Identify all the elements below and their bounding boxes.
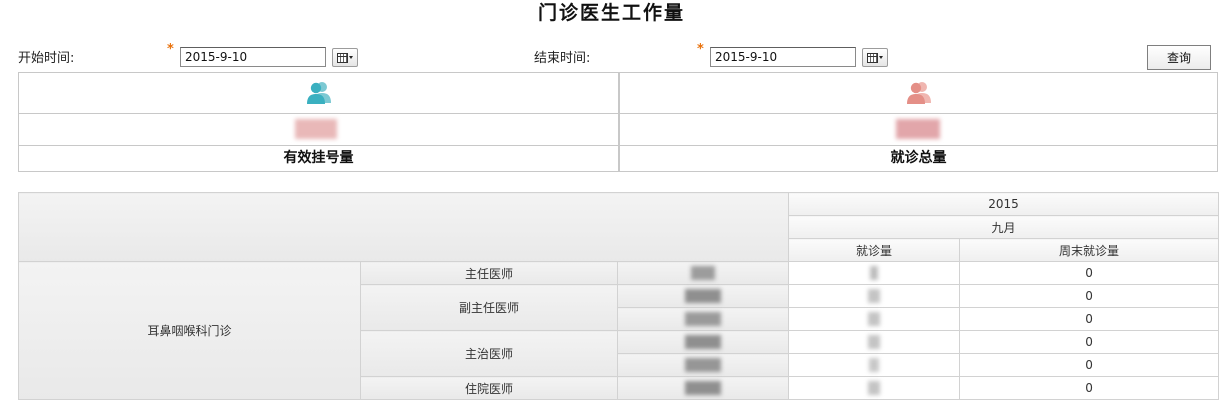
workload-table: 2015 九月 就诊量 周末就诊量 耳鼻咽喉科门诊 主任医师 0 副主任医师 0… [17,192,1220,400]
visits-value-masked [788,353,961,377]
users-icon [306,82,331,104]
visits-value-masked [788,330,961,354]
table-header-row: 2015 [17,192,1220,262]
department-cell: 耳鼻咽喉科门诊 [18,261,361,400]
visits-label: 就诊总量 [890,150,947,166]
weekend-visits-cell: 0 [959,284,1220,308]
visits-summary-card: 就诊总量 [619,72,1218,172]
visits-column-header: 就诊量 [788,238,961,262]
title-cell: 主任医师 [360,261,618,285]
month-header: 九月 [788,215,1220,239]
weekend-visits-cell: 0 [959,376,1220,400]
registrations-label: 有效挂号量 [283,150,354,166]
doctor-name-masked [616,353,790,377]
weekend-visits-cell: 0 [959,353,1220,377]
weekend-visits-cell: 0 [959,261,1220,285]
title-cell: 副主任医师 [360,284,618,331]
visits-value-masked [788,261,961,285]
title-cell: 住院医师 [360,376,618,400]
table-corner-cell [17,192,790,262]
caret-down-icon [349,56,353,59]
start-calendar-button[interactable] [332,48,358,67]
visits-value-masked [788,307,961,331]
year-header: 2015 [788,192,1220,216]
doctor-name-masked [616,376,790,400]
calendar-icon [337,52,348,63]
doctor-name-masked [616,284,790,308]
title-cell: 主治医师 [360,330,618,377]
visits-value-masked [896,119,940,139]
table-row: 耳鼻咽喉科门诊 主任医师 0 [18,261,1220,400]
end-required-mark: * [697,42,704,57]
registrations-value-masked [295,119,337,139]
end-time-label: 结束时间: [534,51,591,66]
start-time-label: 开始时间: [18,51,75,66]
doctor-name-masked [616,307,790,331]
end-calendar-button[interactable] [862,48,888,67]
users-icon [906,82,931,104]
start-date-input[interactable] [180,47,326,67]
doctor-name-masked [616,330,790,354]
page-title: 门诊医生工作量 [537,2,685,24]
query-button[interactable]: 查询 [1147,45,1211,70]
registrations-summary-card: 有效挂号量 [18,72,619,172]
end-date-input[interactable] [710,47,856,67]
calendar-icon [867,52,878,63]
visits-value-masked [788,284,961,308]
doctor-name-masked [616,261,790,285]
weekend-visits-column-header: 周末就诊量 [959,238,1220,262]
visits-value-masked [788,376,961,400]
weekend-visits-cell: 0 [959,307,1220,331]
weekend-visits-cell: 0 [959,330,1220,354]
start-required-mark: * [167,42,174,57]
caret-down-icon [879,56,883,59]
